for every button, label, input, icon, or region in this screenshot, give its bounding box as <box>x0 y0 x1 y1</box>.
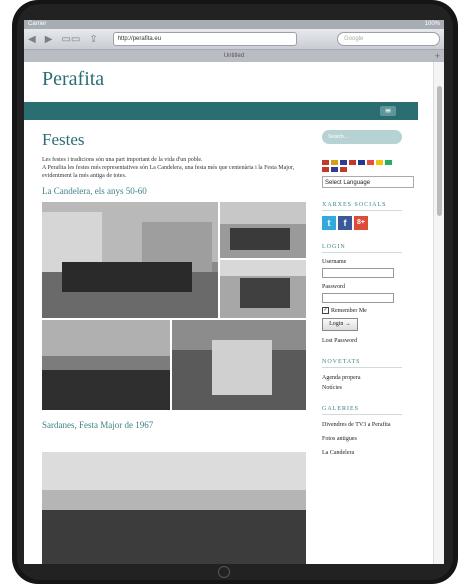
sidebar: Search... Select Language XARXES SOCIALS… <box>322 130 414 457</box>
social-icons: t f 8+ <box>322 216 402 230</box>
tab-bar: Untitled + <box>24 50 444 62</box>
social-heading: XARXES SOCIALS <box>322 202 402 211</box>
username-label: Username <box>322 259 347 265</box>
tab-untitled[interactable]: Untitled <box>224 53 244 59</box>
web-page: Perafita ≡ Festes Les festes i tradicion… <box>24 62 444 564</box>
flag-icon[interactable] <box>331 167 338 172</box>
flag-icon[interactable] <box>331 160 338 165</box>
menu-icon[interactable]: ≡ <box>380 106 396 116</box>
username-field[interactable] <box>322 268 394 278</box>
link-la-candelera[interactable]: La Candelera <box>322 449 402 457</box>
link-noticies[interactable]: Notícies <box>322 384 402 392</box>
remember-me[interactable]: ✓ Remember Me <box>322 307 402 314</box>
site-search-input[interactable]: Search... <box>322 130 402 144</box>
scroll-thumb[interactable] <box>437 86 442 216</box>
status-bar: Carrier 100% <box>24 20 444 29</box>
page-scrollbar[interactable] <box>433 62 444 564</box>
galeries-heading: GALERIES <box>322 406 402 415</box>
flag-icon[interactable] <box>385 160 392 165</box>
photo-candelera-street[interactable] <box>220 260 306 318</box>
flag-icon[interactable] <box>376 160 383 165</box>
novetats-heading: NOVETATS <box>322 359 402 368</box>
lost-password-link[interactable]: Lost Password <box>322 337 402 345</box>
remember-label: Remember Me <box>331 307 367 314</box>
flag-icon[interactable] <box>349 160 356 165</box>
link-agenda[interactable]: Agenda propera <box>322 374 402 382</box>
password-field[interactable] <box>322 293 394 303</box>
home-button[interactable] <box>218 566 230 578</box>
carrier-label: Carrier <box>28 21 47 27</box>
login-heading: LOGIN <box>322 244 402 253</box>
photo-candelera-group[interactable] <box>42 202 218 318</box>
intro-line: Les festes i tradicions són una part imp… <box>42 157 203 163</box>
page-title: Festes <box>42 130 85 149</box>
photo-candelera-procession[interactable] <box>172 320 306 410</box>
google-plus-icon[interactable]: 8+ <box>354 216 368 230</box>
flag-icon[interactable] <box>322 160 329 165</box>
twitter-icon[interactable]: t <box>322 216 336 230</box>
intro-text: Les festes i tradicions són una part imp… <box>42 156 298 180</box>
screen: Carrier 100% ◀ ▶ ▭▭ ⇪ http://perafita.eu… <box>24 20 444 564</box>
address-bar[interactable]: http://perafita.eu <box>112 32 297 46</box>
flag-icon[interactable] <box>367 160 374 165</box>
photo-candelera-parade[interactable] <box>220 202 306 258</box>
bookmarks-icon[interactable]: ▭▭ <box>61 34 80 45</box>
password-label: Password <box>322 284 346 290</box>
language-select[interactable]: Select Language <box>322 176 414 188</box>
remember-checkbox[interactable]: ✓ <box>322 307 329 314</box>
photo-sardanes[interactable] <box>42 452 306 564</box>
new-tab-icon[interactable]: + <box>435 50 440 62</box>
site-navbar: ≡ <box>24 102 418 120</box>
section-title-sardanes: Sardanes, Festa Major de 1967 <box>42 420 154 430</box>
flag-icon[interactable] <box>322 167 329 172</box>
intro-line: A Perafita les festes més representative… <box>42 165 295 179</box>
share-icon[interactable]: ⇪ <box>89 34 97 45</box>
link-tv3[interactable]: Divendres de TV3 a Perafita <box>322 421 402 429</box>
flag-icon[interactable] <box>358 160 365 165</box>
battery-label: 100% <box>424 21 440 27</box>
login-button[interactable]: Login → <box>322 318 358 331</box>
section-title-candelera: La Candelera, els anys 50-60 <box>42 186 147 196</box>
language-flags <box>322 160 392 172</box>
browser-toolbar: ◀ ▶ ▭▭ ⇪ http://perafita.eu Google <box>24 29 444 50</box>
flag-icon[interactable] <box>340 160 347 165</box>
forward-icon[interactable]: ▶ <box>45 34 53 45</box>
link-fotos-antigues[interactable]: Fotos antigues <box>322 435 402 443</box>
photo-candelera-crowd[interactable] <box>42 320 170 410</box>
facebook-icon[interactable]: f <box>338 216 352 230</box>
search-field[interactable]: Google <box>337 32 440 46</box>
back-icon[interactable]: ◀ <box>28 34 36 45</box>
flag-icon[interactable] <box>340 167 347 172</box>
site-logo[interactable]: Perafita <box>42 68 104 91</box>
